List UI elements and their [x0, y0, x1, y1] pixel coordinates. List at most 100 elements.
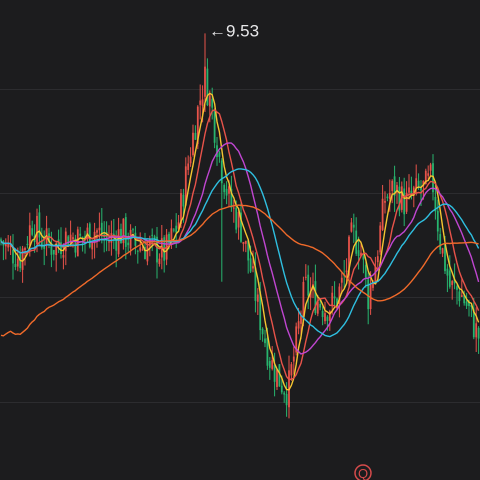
candle-body: [36, 215, 38, 244]
candle-body: [304, 276, 307, 278]
candle-body: [194, 132, 197, 140]
candle-body: [108, 241, 110, 243]
candle-body: [326, 316, 329, 321]
candle-body: [451, 281, 454, 285]
candle-body: [187, 163, 190, 170]
candle-body: [261, 328, 264, 335]
candle-body: [292, 356, 295, 362]
candle-body: [367, 279, 370, 310]
moving-average-line-5: [0, 204, 479, 337]
candle-body: [324, 313, 326, 322]
candle-body: [232, 207, 235, 209]
candle-body: [388, 192, 391, 200]
candle-body: [28, 225, 31, 246]
event-marker[interactable]: Q: [354, 464, 372, 480]
candle-body: [139, 247, 142, 251]
candle-body: [420, 188, 422, 191]
candle-body: [175, 225, 178, 233]
candle-body: [381, 198, 384, 230]
candle-body: [158, 258, 161, 264]
candle-body: [213, 110, 216, 143]
candlestick-chart: ←9.53 Q: [0, 21, 480, 480]
candle-body: [52, 250, 55, 255]
candle-body: [446, 268, 449, 276]
candle-body: [458, 291, 461, 302]
candle-body: [427, 173, 430, 176]
candle-body: [146, 245, 149, 262]
candle-body: [283, 392, 286, 395]
candle-body: [91, 241, 94, 250]
candle-body: [223, 185, 226, 193]
event-marker-label[interactable]: Q: [358, 466, 368, 480]
candle-body: [127, 242, 130, 246]
candle-body: [376, 256, 379, 263]
moving-averages-group: [0, 92, 480, 391]
candle-body: [456, 286, 458, 290]
candle-body: [252, 266, 254, 269]
candle-body: [384, 200, 386, 203]
candle-body: [96, 230, 98, 233]
candle-body: [333, 296, 336, 299]
candle-body: [79, 233, 82, 236]
candle-body: [307, 274, 310, 296]
candle-body: [439, 234, 442, 250]
candle-body: [417, 180, 420, 188]
candle-body: [271, 360, 274, 369]
candle-body: [350, 222, 353, 232]
candle-body: [297, 321, 300, 329]
candle-body: [67, 236, 70, 246]
candle-body: [110, 233, 113, 243]
candle-body: [189, 156, 192, 164]
candle-body: [256, 294, 259, 302]
candle-body: [391, 180, 394, 191]
candle-body: [268, 361, 271, 368]
candle-body: [218, 152, 221, 157]
candle-body: [242, 241, 245, 245]
candle-body: [244, 241, 247, 244]
candle-body: [319, 303, 322, 308]
candle-body: [172, 229, 175, 231]
candle-body: [225, 188, 228, 196]
candle-body: [429, 164, 432, 171]
candle-body: [379, 225, 382, 253]
candle-body: [477, 327, 480, 339]
candle-body: [403, 188, 406, 215]
candle-body: [475, 323, 478, 338]
high-price-annotation: ←9.53: [209, 21, 259, 40]
candle-body: [192, 132, 194, 156]
candle-body: [340, 277, 343, 283]
candle-body: [235, 207, 238, 230]
candle-body: [249, 258, 252, 272]
candle-body: [276, 369, 278, 387]
candle-body: [273, 365, 276, 382]
candle-body: [331, 292, 334, 307]
candle-body: [199, 100, 202, 105]
candle-body: [26, 243, 29, 245]
candle-body: [290, 364, 293, 376]
candle-body: [98, 227, 101, 231]
moving-average-line-3: [0, 142, 480, 355]
candle-body: [357, 250, 360, 257]
candle-body: [31, 228, 34, 235]
candle-body: [386, 196, 389, 199]
candle-body: [280, 385, 283, 393]
candle-body: [117, 229, 120, 255]
candle-body: [352, 224, 355, 228]
candle-body: [24, 247, 26, 251]
candle-body: [132, 229, 134, 231]
candles-group: [0, 33, 480, 419]
candle-body: [62, 255, 65, 258]
candle-body: [436, 210, 439, 232]
candle-body: [460, 295, 463, 297]
candle-body: [12, 249, 14, 264]
candle-body: [201, 99, 204, 106]
candle-body: [448, 270, 451, 287]
candle-body: [129, 229, 132, 249]
candle-body: [415, 178, 418, 189]
candle-body: [441, 248, 444, 254]
candle-body: [211, 99, 214, 108]
candle-body: [136, 250, 139, 252]
candle-body: [208, 95, 211, 107]
candle-body: [285, 393, 288, 406]
candle-body: [16, 258, 19, 267]
